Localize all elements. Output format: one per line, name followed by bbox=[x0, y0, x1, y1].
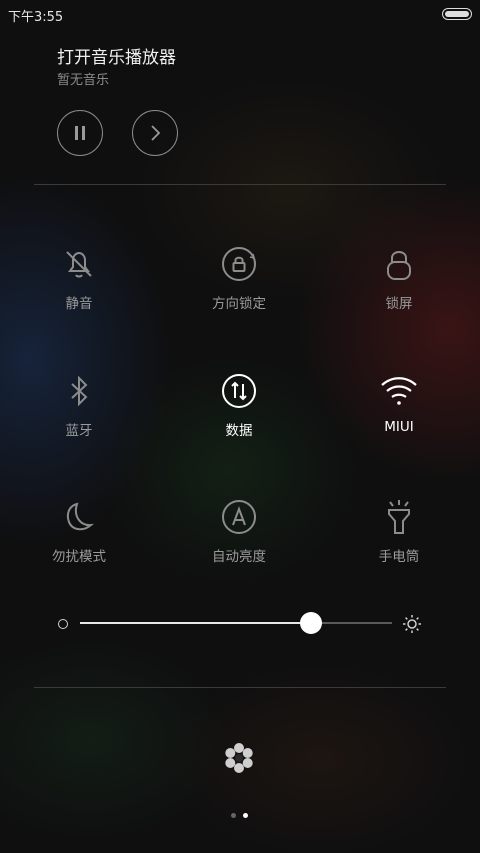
toggle-mobile-data[interactable]: 数据 bbox=[179, 371, 299, 439]
edit-toggles-icon[interactable] bbox=[221, 740, 257, 776]
brightness-slider-knob[interactable] bbox=[299, 612, 322, 634]
pause-icon bbox=[75, 126, 85, 140]
toggle-label: 数据 bbox=[225, 423, 253, 439]
bell-off-icon bbox=[66, 251, 92, 278]
toggle-label: 自动亮度 bbox=[212, 549, 266, 565]
toggle-rotation-lock[interactable]: 方向锁定 bbox=[179, 244, 299, 312]
sun-icon bbox=[403, 615, 421, 633]
music-player-title[interactable]: 打开音乐播放器 bbox=[57, 43, 176, 68]
chevron-right-icon bbox=[151, 125, 161, 141]
pause-button[interactable] bbox=[57, 110, 103, 156]
brightness-low-icon bbox=[58, 619, 68, 629]
bluetooth-icon bbox=[71, 375, 88, 407]
toggle-label: 静音 bbox=[65, 296, 93, 312]
music-subtitle: 暂无音乐 bbox=[57, 73, 110, 88]
divider-bottom bbox=[34, 687, 446, 688]
brightness-slider-fill bbox=[80, 622, 311, 624]
lock-icon bbox=[387, 251, 411, 280]
page-dot-1 bbox=[231, 813, 236, 818]
brightness-slider[interactable] bbox=[80, 612, 392, 634]
toggle-lock-screen[interactable]: 锁屏 bbox=[339, 244, 459, 312]
toggle-label: 蓝牙 bbox=[65, 423, 93, 439]
toggle-wifi[interactable]: MIUI bbox=[339, 371, 459, 435]
status-time: 下午3:55 bbox=[8, 10, 64, 25]
next-button[interactable] bbox=[132, 110, 178, 156]
rotation-lock-icon bbox=[222, 247, 256, 281]
toggle-label: 勿扰模式 bbox=[52, 549, 106, 565]
auto-brightness-icon bbox=[222, 500, 256, 534]
toggle-bluetooth[interactable]: 蓝牙 bbox=[19, 371, 139, 439]
battery-icon bbox=[442, 8, 472, 20]
wifi-icon bbox=[381, 377, 417, 405]
moon-icon bbox=[66, 502, 95, 531]
toggle-label: 手电筒 bbox=[378, 549, 420, 565]
divider-top bbox=[34, 184, 446, 185]
toggle-auto-brightness[interactable]: 自动亮度 bbox=[179, 497, 299, 565]
toggle-do-not-disturb[interactable]: 勿扰模式 bbox=[19, 497, 139, 565]
mobile-data-icon bbox=[222, 374, 256, 408]
toggle-label: 锁屏 bbox=[385, 296, 413, 312]
page-dot-2 bbox=[243, 813, 248, 818]
toggle-flashlight[interactable]: 手电筒 bbox=[339, 497, 459, 565]
flashlight-icon bbox=[388, 500, 410, 534]
toggle-label: MIUI bbox=[384, 419, 414, 435]
toggle-mute[interactable]: 静音 bbox=[19, 244, 139, 312]
toggle-label: 方向锁定 bbox=[212, 296, 266, 312]
